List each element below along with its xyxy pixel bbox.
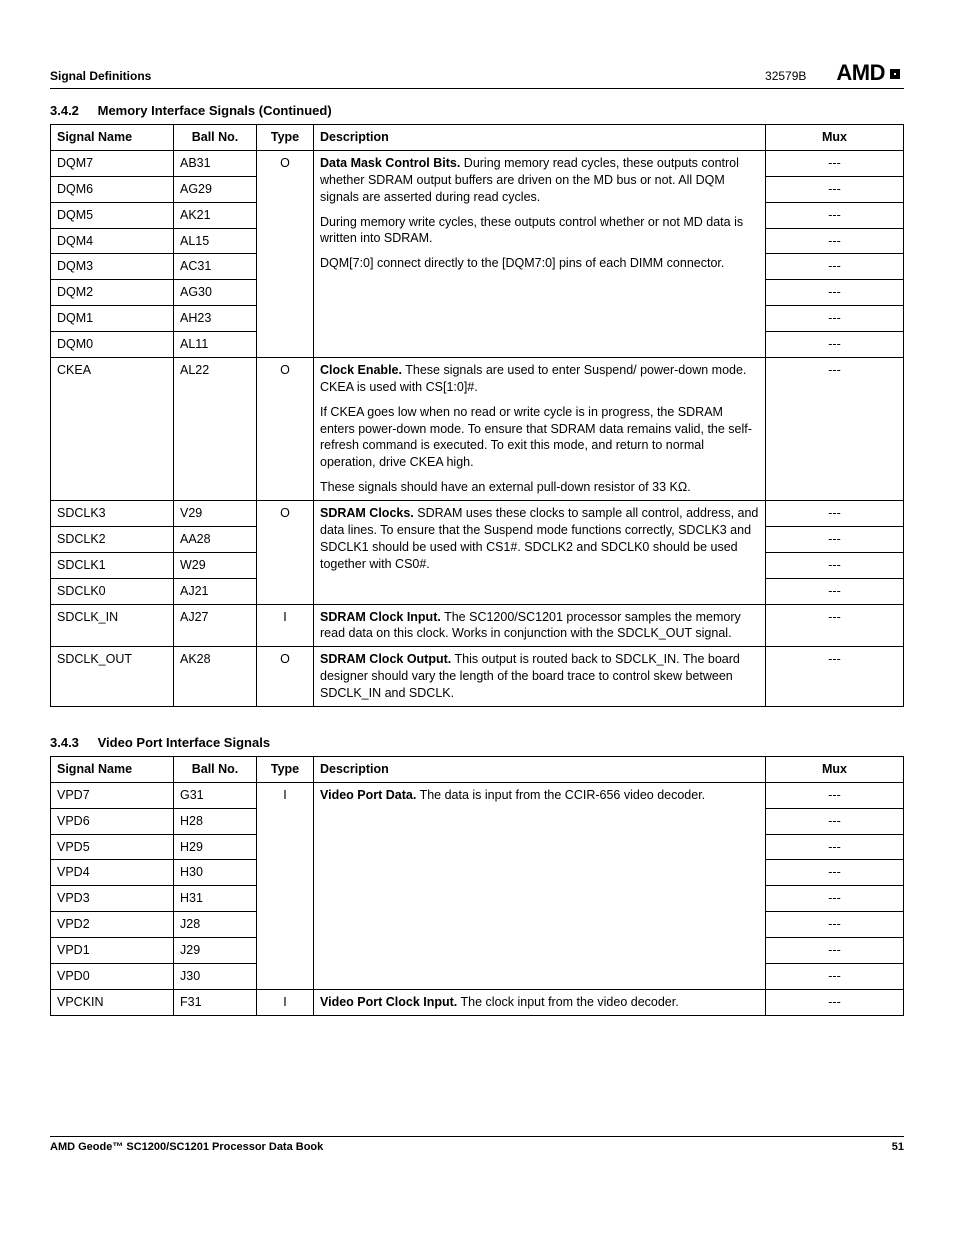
dqm-description: Data Mask Control Bits. During memory re… [314,150,766,357]
col-mux: Mux [766,756,904,782]
table-row: SDCLK3 V29 O SDRAM Clocks. SDRAM uses th… [51,501,904,527]
ckea-description: Clock Enable. These signals are used to … [314,357,766,500]
col-mux: Mux [766,125,904,151]
table-header-row: Signal Name Ball No. Type Description Mu… [51,125,904,151]
amd-logo: AMD [836,60,904,86]
col-signal-name: Signal Name [51,756,174,782]
page-footer: AMD Geode™ SC1200/SC1201 Processor Data … [50,1136,904,1153]
col-ball-no: Ball No. [174,125,257,151]
table-row: SDCLK_IN AJ27 I SDRAM Clock Input. The S… [51,604,904,647]
table-header-row: Signal Name Ball No. Type Description Mu… [51,756,904,782]
col-signal-name: Signal Name [51,125,174,151]
sdclk-in-description: SDRAM Clock Input. The SC1200/SC1201 pro… [314,604,766,647]
table-row: SDCLK_OUT AK28 O SDRAM Clock Output. Thi… [51,647,904,707]
sdclk-description: SDRAM Clocks. SDRAM uses these clocks to… [314,501,766,605]
col-type: Type [257,756,314,782]
col-description: Description [314,756,766,782]
doc-number: 32579B [765,69,806,83]
table-row: VPCKIN F31 I Video Port Clock Input. The… [51,989,904,1015]
table-row: VPD7 G31 I Video Port Data. The data is … [51,782,904,808]
col-ball-no: Ball No. [174,756,257,782]
col-type: Type [257,125,314,151]
memory-interface-signals-table: Signal Name Ball No. Type Description Mu… [50,124,904,707]
sdclk-out-description: SDRAM Clock Output. This output is route… [314,647,766,707]
section-heading-342: 3.4.2 Memory Interface Signals (Continue… [50,103,904,118]
page-header: Signal Definitions 32579B AMD [50,60,904,89]
vpckin-description: Video Port Clock Input. The clock input … [314,989,766,1015]
video-port-interface-signals-table: Signal Name Ball No. Type Description Mu… [50,756,904,1016]
section-heading-343: 3.4.3 Video Port Interface Signals [50,735,904,750]
header-section: Signal Definitions [50,69,151,83]
table-row: DQM7 AB31 O Data Mask Control Bits. Duri… [51,150,904,176]
col-description: Description [314,125,766,151]
footer-title: AMD Geode™ SC1200/SC1201 Processor Data … [50,1141,323,1153]
amd-arrow-icon [886,65,904,83]
page-number: 51 [892,1141,904,1153]
table-row: CKEA AL22 O Clock Enable. These signals … [51,357,904,500]
vpd-description: Video Port Data. The data is input from … [314,782,766,989]
